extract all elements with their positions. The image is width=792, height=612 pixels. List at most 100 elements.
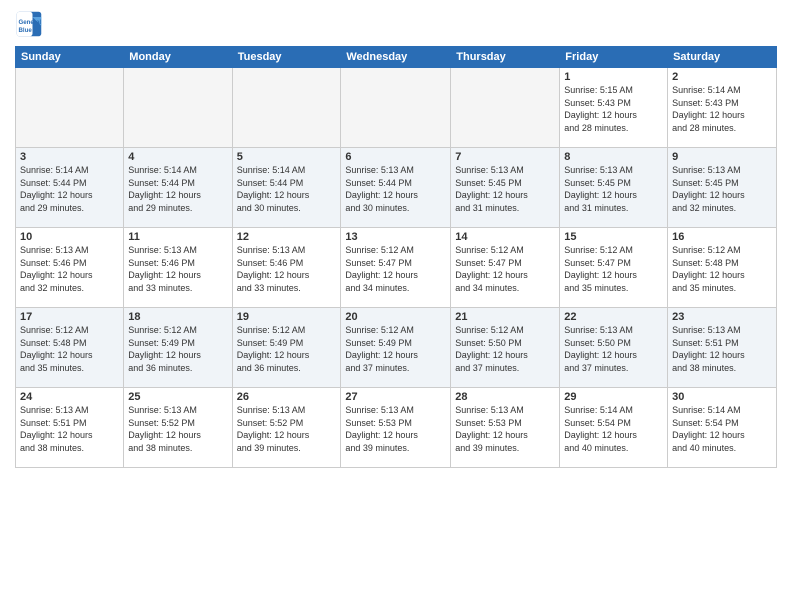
empty-cell — [451, 68, 560, 148]
day-number: 6 — [345, 151, 446, 163]
logo: General Blue — [15, 10, 47, 38]
day-number: 23 — [672, 311, 772, 323]
day-cell-24: 24Sunrise: 5:13 AM Sunset: 5:51 PM Dayli… — [16, 388, 124, 468]
day-number: 5 — [237, 151, 337, 163]
day-cell-30: 30Sunrise: 5:14 AM Sunset: 5:54 PM Dayli… — [668, 388, 777, 468]
day-cell-18: 18Sunrise: 5:12 AM Sunset: 5:49 PM Dayli… — [124, 308, 232, 388]
day-info: Sunrise: 5:13 AM Sunset: 5:53 PM Dayligh… — [455, 404, 555, 454]
day-info: Sunrise: 5:13 AM Sunset: 5:51 PM Dayligh… — [20, 404, 119, 454]
day-info: Sunrise: 5:14 AM Sunset: 5:44 PM Dayligh… — [20, 164, 119, 214]
week-row-2: 3Sunrise: 5:14 AM Sunset: 5:44 PM Daylig… — [16, 148, 777, 228]
empty-cell — [232, 68, 341, 148]
day-info: Sunrise: 5:12 AM Sunset: 5:49 PM Dayligh… — [237, 324, 337, 374]
day-info: Sunrise: 5:14 AM Sunset: 5:44 PM Dayligh… — [128, 164, 227, 214]
day-number: 21 — [455, 311, 555, 323]
day-info: Sunrise: 5:15 AM Sunset: 5:43 PM Dayligh… — [564, 84, 663, 134]
empty-cell — [341, 68, 451, 148]
day-info: Sunrise: 5:13 AM Sunset: 5:53 PM Dayligh… — [345, 404, 446, 454]
day-cell-15: 15Sunrise: 5:12 AM Sunset: 5:47 PM Dayli… — [560, 228, 668, 308]
day-number: 3 — [20, 151, 119, 163]
day-info: Sunrise: 5:13 AM Sunset: 5:51 PM Dayligh… — [672, 324, 772, 374]
weekday-header-monday: Monday — [124, 47, 232, 68]
day-number: 11 — [128, 231, 227, 243]
day-cell-26: 26Sunrise: 5:13 AM Sunset: 5:52 PM Dayli… — [232, 388, 341, 468]
day-number: 13 — [345, 231, 446, 243]
day-number: 22 — [564, 311, 663, 323]
day-info: Sunrise: 5:12 AM Sunset: 5:49 PM Dayligh… — [345, 324, 446, 374]
day-cell-25: 25Sunrise: 5:13 AM Sunset: 5:52 PM Dayli… — [124, 388, 232, 468]
day-cell-6: 6Sunrise: 5:13 AM Sunset: 5:44 PM Daylig… — [341, 148, 451, 228]
day-cell-4: 4Sunrise: 5:14 AM Sunset: 5:44 PM Daylig… — [124, 148, 232, 228]
weekday-header-saturday: Saturday — [668, 47, 777, 68]
day-info: Sunrise: 5:12 AM Sunset: 5:47 PM Dayligh… — [345, 244, 446, 294]
day-info: Sunrise: 5:13 AM Sunset: 5:52 PM Dayligh… — [128, 404, 227, 454]
empty-cell — [16, 68, 124, 148]
day-cell-5: 5Sunrise: 5:14 AM Sunset: 5:44 PM Daylig… — [232, 148, 341, 228]
week-row-5: 24Sunrise: 5:13 AM Sunset: 5:51 PM Dayli… — [16, 388, 777, 468]
day-info: Sunrise: 5:13 AM Sunset: 5:46 PM Dayligh… — [20, 244, 119, 294]
day-info: Sunrise: 5:12 AM Sunset: 5:49 PM Dayligh… — [128, 324, 227, 374]
svg-text:General: General — [19, 19, 42, 26]
header: General Blue — [15, 10, 777, 38]
day-info: Sunrise: 5:13 AM Sunset: 5:44 PM Dayligh… — [345, 164, 446, 214]
day-info: Sunrise: 5:13 AM Sunset: 5:52 PM Dayligh… — [237, 404, 337, 454]
day-number: 7 — [455, 151, 555, 163]
day-number: 9 — [672, 151, 772, 163]
day-number: 10 — [20, 231, 119, 243]
day-number: 18 — [128, 311, 227, 323]
day-cell-2: 2Sunrise: 5:14 AM Sunset: 5:43 PM Daylig… — [668, 68, 777, 148]
day-number: 29 — [564, 391, 663, 403]
day-cell-7: 7Sunrise: 5:13 AM Sunset: 5:45 PM Daylig… — [451, 148, 560, 228]
day-info: Sunrise: 5:12 AM Sunset: 5:48 PM Dayligh… — [672, 244, 772, 294]
day-number: 1 — [564, 71, 663, 83]
day-cell-12: 12Sunrise: 5:13 AM Sunset: 5:46 PM Dayli… — [232, 228, 341, 308]
day-number: 28 — [455, 391, 555, 403]
day-cell-21: 21Sunrise: 5:12 AM Sunset: 5:50 PM Dayli… — [451, 308, 560, 388]
day-info: Sunrise: 5:13 AM Sunset: 5:46 PM Dayligh… — [128, 244, 227, 294]
day-cell-17: 17Sunrise: 5:12 AM Sunset: 5:48 PM Dayli… — [16, 308, 124, 388]
logo-icon: General Blue — [15, 10, 43, 38]
week-row-1: 1Sunrise: 5:15 AM Sunset: 5:43 PM Daylig… — [16, 68, 777, 148]
day-number: 27 — [345, 391, 446, 403]
day-info: Sunrise: 5:12 AM Sunset: 5:50 PM Dayligh… — [455, 324, 555, 374]
day-number: 30 — [672, 391, 772, 403]
week-row-4: 17Sunrise: 5:12 AM Sunset: 5:48 PM Dayli… — [16, 308, 777, 388]
week-row-3: 10Sunrise: 5:13 AM Sunset: 5:46 PM Dayli… — [16, 228, 777, 308]
day-number: 4 — [128, 151, 227, 163]
day-number: 14 — [455, 231, 555, 243]
day-info: Sunrise: 5:14 AM Sunset: 5:54 PM Dayligh… — [564, 404, 663, 454]
day-cell-13: 13Sunrise: 5:12 AM Sunset: 5:47 PM Dayli… — [341, 228, 451, 308]
day-cell-29: 29Sunrise: 5:14 AM Sunset: 5:54 PM Dayli… — [560, 388, 668, 468]
day-number: 16 — [672, 231, 772, 243]
day-cell-8: 8Sunrise: 5:13 AM Sunset: 5:45 PM Daylig… — [560, 148, 668, 228]
weekday-header-thursday: Thursday — [451, 47, 560, 68]
day-info: Sunrise: 5:12 AM Sunset: 5:47 PM Dayligh… — [455, 244, 555, 294]
weekday-header-sunday: Sunday — [16, 47, 124, 68]
day-cell-23: 23Sunrise: 5:13 AM Sunset: 5:51 PM Dayli… — [668, 308, 777, 388]
day-cell-3: 3Sunrise: 5:14 AM Sunset: 5:44 PM Daylig… — [16, 148, 124, 228]
day-number: 8 — [564, 151, 663, 163]
day-info: Sunrise: 5:14 AM Sunset: 5:43 PM Dayligh… — [672, 84, 772, 134]
day-info: Sunrise: 5:14 AM Sunset: 5:54 PM Dayligh… — [672, 404, 772, 454]
day-info: Sunrise: 5:14 AM Sunset: 5:44 PM Dayligh… — [237, 164, 337, 214]
weekday-header-tuesday: Tuesday — [232, 47, 341, 68]
day-cell-1: 1Sunrise: 5:15 AM Sunset: 5:43 PM Daylig… — [560, 68, 668, 148]
day-number: 2 — [672, 71, 772, 83]
day-cell-10: 10Sunrise: 5:13 AM Sunset: 5:46 PM Dayli… — [16, 228, 124, 308]
day-cell-14: 14Sunrise: 5:12 AM Sunset: 5:47 PM Dayli… — [451, 228, 560, 308]
day-cell-9: 9Sunrise: 5:13 AM Sunset: 5:45 PM Daylig… — [668, 148, 777, 228]
day-cell-20: 20Sunrise: 5:12 AM Sunset: 5:49 PM Dayli… — [341, 308, 451, 388]
day-number: 24 — [20, 391, 119, 403]
weekday-header-wednesday: Wednesday — [341, 47, 451, 68]
day-info: Sunrise: 5:13 AM Sunset: 5:45 PM Dayligh… — [564, 164, 663, 214]
day-number: 17 — [20, 311, 119, 323]
day-info: Sunrise: 5:12 AM Sunset: 5:47 PM Dayligh… — [564, 244, 663, 294]
day-info: Sunrise: 5:12 AM Sunset: 5:48 PM Dayligh… — [20, 324, 119, 374]
day-cell-27: 27Sunrise: 5:13 AM Sunset: 5:53 PM Dayli… — [341, 388, 451, 468]
day-cell-19: 19Sunrise: 5:12 AM Sunset: 5:49 PM Dayli… — [232, 308, 341, 388]
day-number: 12 — [237, 231, 337, 243]
svg-text:Blue: Blue — [19, 27, 33, 34]
calendar: SundayMondayTuesdayWednesdayThursdayFrid… — [15, 46, 777, 468]
day-info: Sunrise: 5:13 AM Sunset: 5:45 PM Dayligh… — [455, 164, 555, 214]
day-cell-11: 11Sunrise: 5:13 AM Sunset: 5:46 PM Dayli… — [124, 228, 232, 308]
